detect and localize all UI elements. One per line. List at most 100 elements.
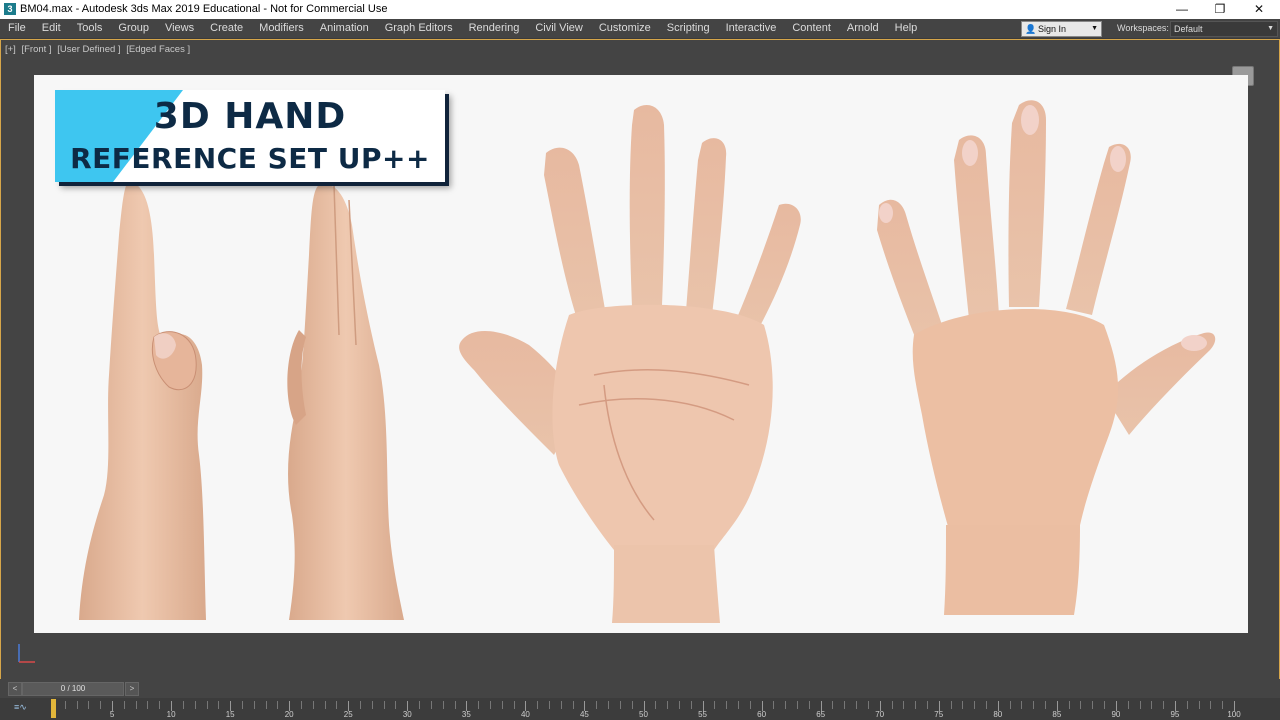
menu-views[interactable]: Views [157, 19, 202, 38]
frame-tick [749, 701, 751, 709]
current-frame-marker[interactable] [51, 699, 56, 718]
window-title: BM04.max - Autodesk 3ds Max 2019 Educati… [20, 3, 388, 15]
menu-rendering[interactable]: Rendering [461, 19, 528, 38]
frame-tick [419, 701, 421, 709]
frame-tick [690, 701, 692, 709]
frame-tick [395, 701, 397, 709]
frame-tick [891, 701, 893, 709]
menu-file[interactable]: File [0, 19, 34, 38]
menu-interactive[interactable]: Interactive [718, 19, 785, 38]
banner-subtitle: REFERENCE SET UP++ [70, 142, 430, 175]
frame-tick [926, 701, 928, 709]
frame-tick [147, 701, 149, 709]
frame-tick-label: 50 [639, 710, 648, 719]
frame-tick [218, 701, 220, 709]
frame-tick [537, 701, 539, 709]
front-viewport[interactable]: [+] [Front ] [User Defined ] [Edged Face… [0, 39, 1280, 679]
close-button[interactable]: ✕ [1240, 0, 1278, 19]
frame-tick [985, 701, 987, 709]
frame-tick [241, 701, 243, 709]
frame-tick [135, 701, 137, 709]
frame-tick [808, 701, 810, 709]
frame-tick [64, 701, 66, 709]
frame-tick [667, 701, 669, 709]
frame-tick [915, 701, 917, 709]
menu-create[interactable]: Create [202, 19, 251, 38]
menu-help[interactable]: Help [887, 19, 926, 38]
restore-button[interactable]: ❐ [1201, 0, 1239, 19]
menu-scripting[interactable]: Scripting [659, 19, 718, 38]
frame-tick [1139, 701, 1141, 709]
viewport-shading[interactable]: [User Defined ] [57, 44, 120, 55]
menu-animation[interactable]: Animation [312, 19, 377, 38]
frame-tick [726, 701, 728, 709]
frame-tick [324, 701, 326, 709]
frame-tick [76, 701, 78, 709]
menu-customize[interactable]: Customize [591, 19, 659, 38]
frame-tick-label: 15 [225, 710, 235, 719]
frame-tick [773, 701, 775, 709]
frame-tick [867, 701, 869, 709]
menu-group[interactable]: Group [110, 19, 157, 38]
frame-tick [371, 701, 373, 709]
menu-edit[interactable]: Edit [34, 19, 69, 38]
frame-tick [1210, 701, 1212, 709]
viewport-point-of-view[interactable]: [Front ] [21, 44, 51, 55]
frame-tick-label: 95 [1170, 710, 1180, 719]
frame-tick [253, 701, 255, 709]
frame-tick [1151, 701, 1153, 709]
frame-tick [572, 701, 574, 709]
frame-tick [1045, 701, 1047, 709]
frame-tick [1068, 701, 1070, 709]
workspaces-label: Workspaces: [1117, 23, 1169, 33]
frame-tick-label: 5 [109, 710, 115, 719]
frame-tick-label: 10 [166, 710, 176, 719]
frame-tick [159, 701, 161, 709]
app-logo-icon: 3 [4, 3, 16, 15]
frame-tick [714, 701, 716, 709]
frame-tick [501, 701, 503, 709]
frame-tick [903, 701, 905, 709]
frame-tick [1127, 701, 1129, 709]
menu-arnold[interactable]: Arnold [839, 19, 887, 38]
frame-tick [277, 701, 279, 709]
frame-tick [194, 701, 196, 709]
frame-tick [950, 701, 952, 709]
user-icon: 👤 [1025, 24, 1037, 34]
reference-image-plane[interactable]: 3D HAND REFERENCE SET UP++ [34, 75, 1248, 633]
menu-tools[interactable]: Tools [69, 19, 111, 38]
frame-tick [678, 701, 680, 709]
frame-tick-label: 35 [461, 710, 471, 719]
axis-tripod-icon [18, 644, 35, 663]
viewport-label[interactable]: [+] [Front ] [User Defined ] [Edged Face… [5, 44, 193, 55]
time-slider[interactable]: 0 / 100 [22, 682, 124, 696]
hand-side-view-pinky [287, 184, 404, 620]
workspace-select[interactable]: Default ▼ [1170, 21, 1278, 37]
title-banner: 3D HAND REFERENCE SET UP++ [55, 90, 445, 182]
frame-tick [856, 701, 858, 709]
minimize-button[interactable]: — [1163, 0, 1201, 19]
frame-tick [1163, 701, 1165, 709]
menu-bar: File Edit Tools Group Views Create Modifiers An… [0, 19, 1280, 39]
viewport-menu-plus[interactable]: [+] [5, 44, 16, 55]
frame-tick [301, 701, 302, 709]
hand-side-view-thumb [79, 180, 206, 620]
frame-tick [608, 701, 610, 709]
frame-tick [1080, 701, 1082, 709]
time-slider-next-button[interactable]: > [125, 682, 139, 696]
sign-in-dropdown[interactable]: 👤 Sign In ▼ [1021, 21, 1102, 37]
menu-graph-editors[interactable]: Graph Editors [377, 19, 461, 38]
frame-tick [336, 701, 338, 709]
frame-tick [454, 701, 456, 709]
frame-tick-label: 90 [1111, 710, 1121, 719]
frame-tick-label: 20 [284, 710, 294, 719]
time-slider-prev-button[interactable]: < [8, 682, 22, 696]
menu-modifiers[interactable]: Modifiers [251, 19, 312, 38]
frame-tick [549, 701, 551, 709]
menu-content[interactable]: Content [784, 19, 839, 38]
menu-items: File Edit Tools Group Views Create Modifiers An… [0, 19, 925, 38]
track-bar[interactable]: ≡∿ 0510152025303540455055606570758085909… [0, 698, 1280, 720]
menu-civil-view[interactable]: Civil View [527, 19, 590, 38]
time-slider-row: < 0 / 100 > [0, 680, 1280, 698]
viewport-edged-faces[interactable]: [Edged Faces ] [126, 44, 190, 55]
